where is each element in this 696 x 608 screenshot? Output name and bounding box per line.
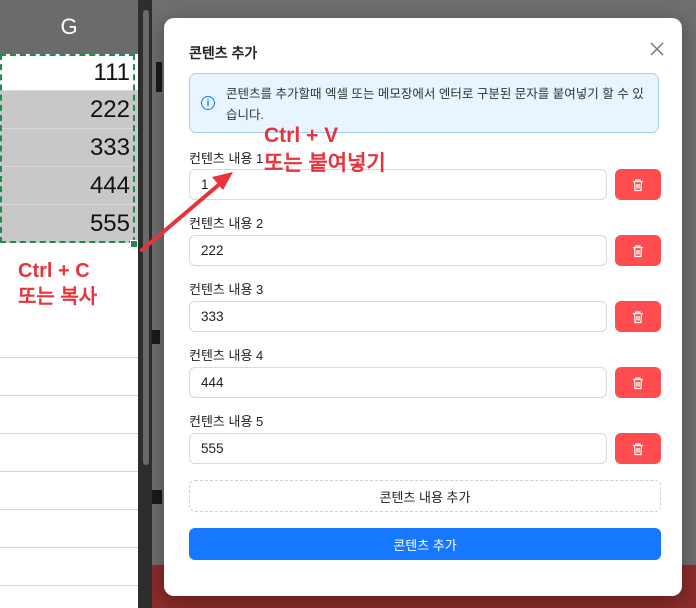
add-content-field-button[interactable]: 콘텐츠 내용 추가 (189, 480, 661, 512)
spreadsheet-cell[interactable]: 333 (0, 129, 138, 167)
paste-annotation-line2: 또는 붙여넣기 (264, 152, 386, 175)
content-input-1[interactable]: 1 (189, 169, 607, 200)
copy-annotation-line1: Ctrl + C (18, 260, 90, 282)
content-input-4[interactable]: 444 (189, 367, 607, 398)
background-element (152, 330, 160, 344)
field-label-5: 컨텐츠 내용 5 (189, 414, 264, 429)
field-label-2: 컨텐츠 내용 2 (189, 216, 264, 231)
field-label-3: 컨텐츠 내용 3 (189, 282, 264, 297)
add-content-modal: 콘텐츠 추가 i 콘텐츠를 추가할때 엑셀 또는 메모장에서 엔터로 구분된 문… (164, 18, 682, 596)
content-input-5-value: 555 (201, 441, 224, 456)
delete-button-5[interactable] (615, 433, 661, 464)
content-input-5[interactable]: 555 (189, 433, 607, 464)
spreadsheet-cell[interactable] (0, 434, 138, 472)
copy-annotation: Ctrl + C 또는 복사 (18, 258, 97, 310)
info-text: 콘텐츠를 추가할때 엑셀 또는 메모장에서 엔터로 구분된 문자를 붙여넣기 할… (226, 87, 644, 122)
spreadsheet-cell[interactable] (0, 320, 138, 358)
delete-button-4[interactable] (615, 367, 661, 398)
spreadsheet-cell[interactable] (0, 396, 138, 434)
info-alert: i 콘텐츠를 추가할때 엑셀 또는 메모장에서 엔터로 구분된 문자를 붙여넣기… (189, 73, 659, 133)
spreadsheet-cell[interactable] (0, 358, 138, 396)
trash-icon (633, 376, 643, 389)
spreadsheet-cell[interactable]: 444 (0, 167, 138, 205)
content-input-2[interactable]: 222 (189, 235, 607, 266)
background-element (152, 490, 162, 504)
spreadsheet-cell[interactable]: 222 (0, 91, 138, 129)
copy-annotation-line2: 또는 복사 (18, 286, 98, 308)
spreadsheet-cell[interactable] (0, 548, 138, 586)
content-input-4-value: 444 (201, 375, 224, 390)
trash-icon (633, 178, 643, 191)
spreadsheet-cell[interactable]: 555 (0, 205, 138, 243)
field-label-1: 컨텐츠 내용 1 (189, 151, 264, 166)
delete-button-3[interactable] (615, 301, 661, 332)
content-input-3-value: 333 (201, 309, 224, 324)
close-icon[interactable] (648, 40, 666, 58)
submit-add-content-button[interactable]: 콘텐츠 추가 (189, 528, 661, 560)
spreadsheet-cell[interactable]: 111 (0, 54, 138, 91)
delete-button-2[interactable] (615, 235, 661, 266)
spreadsheet-cell[interactable] (0, 510, 138, 548)
trash-icon (633, 310, 643, 323)
fill-handle[interactable] (130, 240, 138, 248)
column-header-g[interactable]: G (0, 0, 139, 54)
info-icon: i (201, 96, 215, 110)
background-element (156, 62, 162, 92)
content-input-3[interactable]: 333 (189, 301, 607, 332)
field-label-4: 컨텐츠 내용 4 (189, 348, 264, 363)
content-input-2-value: 222 (201, 243, 224, 258)
paste-annotation: Ctrl + V 또는 붙여넣기 (264, 122, 386, 178)
paste-annotation-line1: Ctrl + V (264, 124, 339, 147)
spreadsheet-cell[interactable] (0, 472, 138, 510)
modal-title: 콘텐츠 추가 (189, 45, 258, 61)
trash-icon (633, 244, 643, 257)
scrollbar-thumb[interactable] (143, 10, 149, 465)
delete-button-1[interactable] (615, 169, 661, 200)
content-input-1-value: 1 (201, 177, 209, 192)
trash-icon (633, 442, 643, 455)
